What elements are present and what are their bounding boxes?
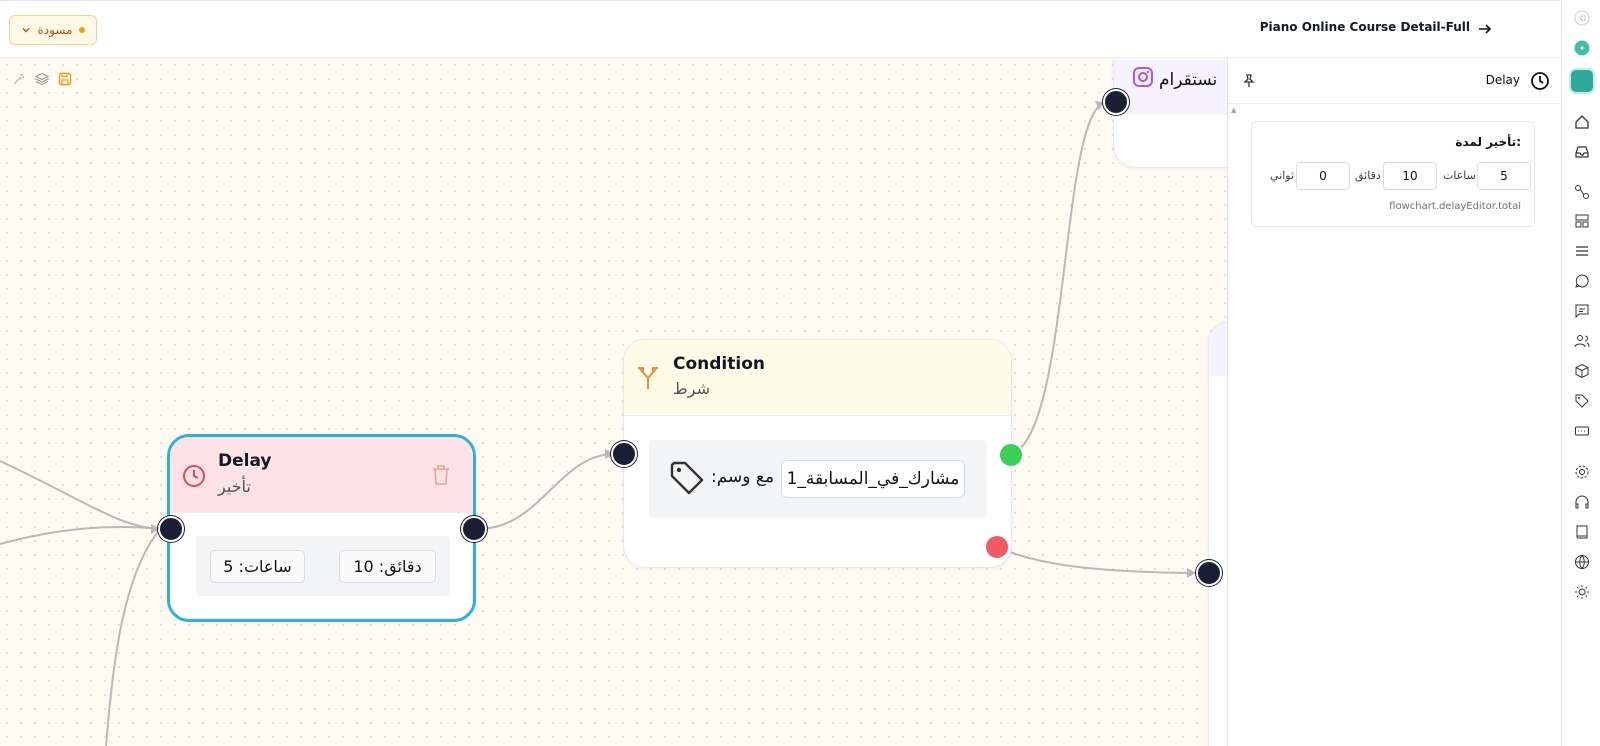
arrowhead-next	[1187, 568, 1196, 578]
hours-input[interactable]: 5	[1477, 162, 1531, 190]
trash-icon[interactable]	[431, 464, 451, 486]
sun-icon[interactable]	[1574, 584, 1590, 600]
flow-canvas[interactable]: نستقرام Delay تأخير ساعات: 5 دقائق: 10 C…	[0, 58, 1227, 746]
instagram-node[interactable]: نستقرام	[1113, 60, 1227, 168]
pin-icon[interactable]	[1241, 73, 1257, 89]
condition-input-handle[interactable]	[611, 441, 637, 467]
condition-node-title: Condition	[673, 354, 765, 374]
condition-node[interactable]: Condition شرط :مع وسم مشارك_في_المسابقة_…	[623, 339, 1012, 568]
layout-icon[interactable]	[1574, 213, 1590, 229]
book-icon[interactable]	[1574, 524, 1590, 540]
delay-node-subtitle: تأخير	[218, 477, 251, 496]
flow-icon[interactable]	[1574, 184, 1590, 200]
collapse-icon[interactable]	[1574, 10, 1590, 26]
card-icon[interactable]	[1574, 423, 1590, 439]
chat-icon[interactable]	[1574, 273, 1590, 289]
edge-in-1	[0, 460, 161, 530]
avatar-dot-icon[interactable]	[1574, 40, 1590, 56]
condition-false-handle[interactable]	[984, 534, 1010, 560]
minutes-chip: دقائق: 10	[339, 550, 436, 583]
clock-icon	[183, 465, 205, 487]
branch-icon	[638, 367, 658, 389]
hours-unit-label: ساعات	[1443, 169, 1476, 182]
top-bar: مسودة Piano Online Course Detail-Full	[0, 0, 1561, 58]
condition-node-header: Condition شرط	[624, 340, 1011, 416]
tag-icon[interactable]	[1574, 393, 1590, 409]
app-logo-icon[interactable]	[1569, 68, 1595, 94]
panel-header: Delay	[1228, 58, 1561, 104]
headphones-icon[interactable]	[1574, 494, 1590, 510]
flow-edges	[0, 101, 1197, 746]
users-icon[interactable]	[1574, 333, 1590, 349]
draft-status-dropdown[interactable]: مسودة	[9, 15, 97, 45]
panel-title: Delay	[1485, 73, 1520, 87]
scroll-up-caret[interactable]: ▲	[1231, 106, 1236, 114]
delay-duration-title: تأخير لمدة:	[1455, 135, 1521, 149]
edge-delay-to-condition	[479, 453, 615, 530]
tag-icon	[670, 461, 704, 495]
next-node-header	[1209, 322, 1227, 376]
instagram-input-handle[interactable]	[1103, 89, 1129, 115]
page-title: Piano Online Course Detail-Full	[1259, 20, 1470, 34]
delay-node-header: Delay تأخير	[170, 437, 473, 513]
seconds-input[interactable]: 0	[1296, 162, 1350, 190]
condition-true-handle[interactable]	[998, 442, 1024, 468]
condition-node-subtitle: شرط	[673, 379, 711, 398]
seconds-unit-label: ثواني	[1270, 169, 1295, 182]
clock-icon	[1531, 72, 1549, 90]
condition-rule: :مع وسم مشارك_في_المسابقة_1	[649, 440, 987, 518]
with-tag-label: :مع وسم	[711, 467, 775, 487]
delay-total-note: flowchart.delayEditor.total	[1389, 201, 1521, 212]
status-dot	[79, 27, 86, 33]
delay-node-body: ساعات: 5 دقائق: 10	[196, 536, 450, 596]
list-icon[interactable]	[1574, 243, 1590, 259]
edge-false-to-next	[996, 546, 1197, 574]
instagram-icon	[1133, 67, 1153, 87]
inbox-icon[interactable]	[1574, 144, 1590, 160]
hours-chip: ساعات: 5	[210, 550, 305, 583]
status-label: مسودة	[37, 23, 73, 37]
box-icon[interactable]	[1574, 363, 1590, 379]
delay-output-handle[interactable]	[461, 516, 487, 542]
message-square-icon[interactable]	[1574, 303, 1590, 319]
tag-value: مشارك_في_المسابقة_1	[781, 460, 965, 498]
minutes-input[interactable]: 10	[1383, 162, 1437, 190]
instagram-node-header: نستقرام	[1114, 60, 1227, 114]
minutes-unit-label: دقائق	[1355, 169, 1381, 182]
settings-icon[interactable]	[1574, 464, 1590, 480]
home-icon[interactable]	[1574, 114, 1590, 130]
arrow-right-icon[interactable]	[1476, 20, 1494, 38]
delay-duration-card: تأخير لمدة: 5 ساعات 10 دقائق 0 ثواني flo…	[1251, 121, 1535, 227]
delay-node-title: Delay	[218, 451, 272, 471]
right-nav-rail	[1561, 0, 1600, 746]
edge-in-3	[105, 528, 161, 746]
next-input-handle[interactable]	[1196, 560, 1222, 586]
globe-icon[interactable]	[1574, 554, 1590, 570]
chevron-down-icon	[22, 28, 30, 33]
next-node[interactable]	[1208, 321, 1227, 746]
edge-true-to-instagram	[1009, 102, 1105, 456]
delay-input-handle[interactable]	[158, 516, 184, 542]
edge-in-2	[0, 526, 161, 545]
delay-node[interactable]: Delay تأخير ساعات: 5 دقائق: 10	[167, 434, 476, 622]
node-settings-panel: Delay ▲ تأخير لمدة: 5 ساعات 10 دقائق 0 ث…	[1227, 58, 1561, 746]
instagram-node-title: نستقرام	[1159, 70, 1218, 90]
